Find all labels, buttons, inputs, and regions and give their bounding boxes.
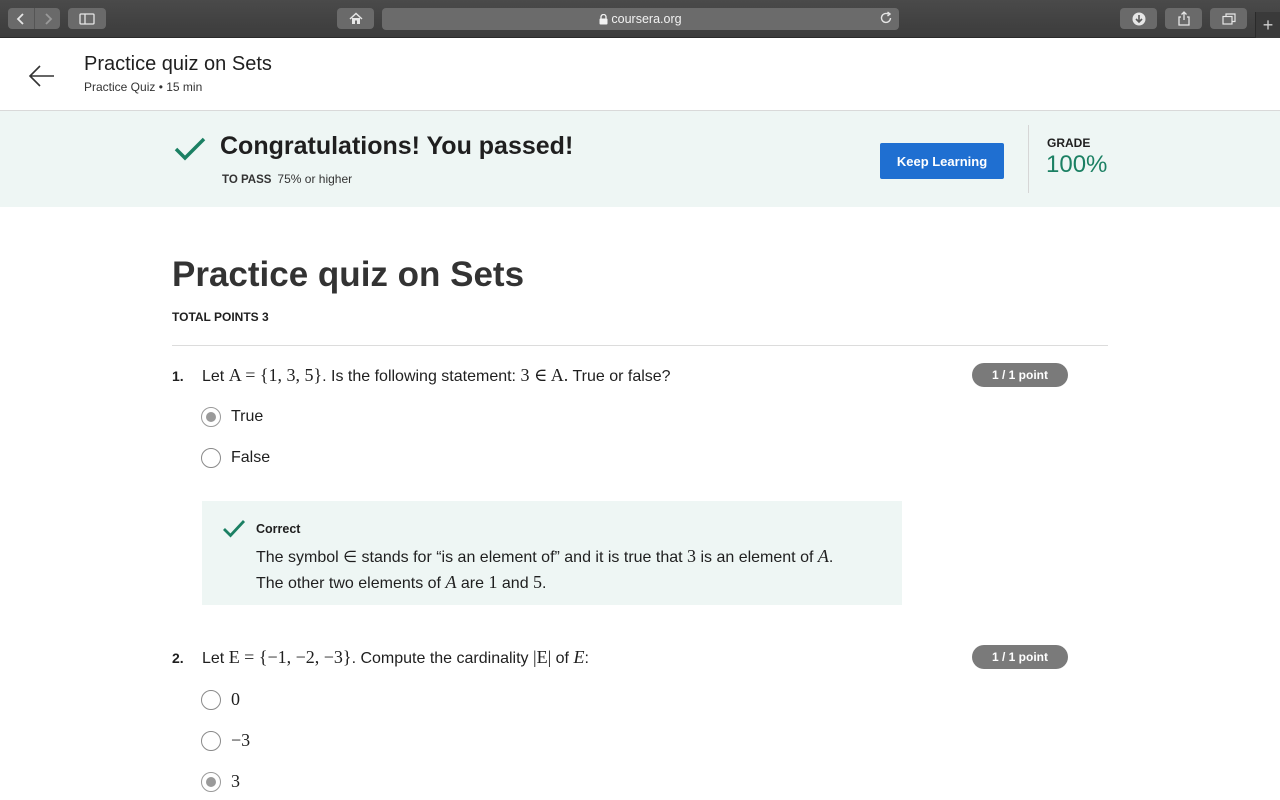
fb-text: The symbol ∈ stands for “is an element o… (256, 549, 688, 566)
to-pass-info: TO PASS 75% or higher (222, 172, 352, 186)
q2-math-cardinality: |E| (533, 647, 552, 667)
fb-math: 5 (533, 572, 543, 592)
question-1-number: 1. (172, 368, 184, 384)
feedback-title: Correct (256, 522, 301, 536)
q1-text-lead: Let (202, 368, 229, 385)
radio-selected-icon[interactable] (201, 407, 221, 427)
header-title: Practice quiz on Sets (84, 53, 272, 75)
q1-text-mid: . Is the following statement: (322, 368, 521, 385)
feedback-box: Correct The symbol ∈ stands for “is an e… (202, 501, 902, 605)
fb-text: . (542, 575, 547, 592)
browser-toolbar: coursera.org + (0, 0, 1280, 38)
quiz-title: Practice quiz on Sets (172, 255, 525, 294)
new-tab-icon[interactable]: + (1255, 12, 1280, 38)
question-2-text: Let E = {−1, −2, −3}. Compute the cardin… (202, 647, 589, 668)
fb-text: are (456, 575, 489, 592)
browser-forward-icon[interactable] (34, 8, 60, 29)
option-label: −3 (231, 730, 251, 750)
q2-text-tail: of (551, 650, 574, 667)
fb-text: The other two elements of (256, 575, 446, 592)
fb-math: 3 (687, 546, 697, 566)
tabs-overview-icon[interactable] (1210, 8, 1247, 29)
fb-math: A (817, 546, 829, 566)
total-points: TOTAL POINTS 3 (172, 310, 269, 324)
downloads-icon[interactable] (1120, 8, 1157, 29)
grade-value: 100% (1046, 151, 1108, 178)
page-header: Practice quiz on Sets Practice Quiz • 15… (0, 38, 1280, 111)
nav-buttons (8, 8, 60, 29)
divider (172, 345, 1108, 346)
keep-learning-button[interactable]: Keep Learning (880, 143, 1004, 179)
option-label: False (231, 449, 271, 466)
q2-option-3[interactable]: 3 (201, 771, 240, 792)
q2-text-mid: . Compute the cardinality (351, 650, 533, 667)
checkmark-icon (174, 137, 206, 161)
q2-text-lead: Let (202, 650, 229, 667)
radio-icon[interactable] (201, 448, 221, 468)
url-text: coursera.org (611, 12, 682, 26)
lock-icon (599, 13, 608, 24)
q1-option-true[interactable]: True (201, 407, 263, 427)
reload-icon[interactable] (879, 11, 893, 25)
q1-math-statement: 3 ∈ A. (520, 365, 569, 385)
radio-icon[interactable] (201, 730, 221, 751)
fb-text: and (497, 575, 534, 592)
fb-text: is an element of (696, 549, 818, 566)
share-icon[interactable] (1165, 8, 1202, 29)
header-subtitle: Practice Quiz • 15 min (84, 80, 203, 94)
q2-math-e: E (573, 647, 585, 667)
correct-check-icon (223, 520, 246, 538)
home-icon[interactable] (337, 8, 374, 29)
sidebar-icon[interactable] (68, 8, 106, 29)
back-arrow-icon[interactable] (26, 60, 58, 92)
q1-option-false[interactable]: False (201, 448, 270, 468)
grade-label: GRADE (1047, 136, 1091, 150)
option-label: True (231, 408, 264, 425)
q1-text-tail: True or false? (568, 368, 671, 385)
to-pass-value: 75% or higher (277, 172, 353, 186)
pass-banner: Congratulations! You passed! TO PASS 75% … (0, 111, 1280, 207)
q2-option-neg3[interactable]: −3 (201, 730, 250, 751)
fb-text: . (828, 549, 834, 566)
feedback-explanation: The symbol ∈ stands for “is an element o… (256, 544, 896, 596)
browser-back-icon[interactable] (8, 8, 34, 29)
fb-math: A (445, 572, 457, 592)
q2-option-0[interactable]: 0 (201, 689, 240, 710)
banner-divider (1028, 125, 1029, 193)
q2-math-set: E = {−1, −2, −3} (228, 647, 352, 667)
option-label: 0 (231, 689, 240, 709)
question-2-number: 2. (172, 650, 184, 666)
q2-text-end: : (584, 650, 589, 667)
question-1-points-badge: 1 / 1 point (972, 363, 1068, 387)
radio-icon[interactable] (201, 689, 221, 710)
question-1-text: Let A = {1, 3, 5}. Is the following stat… (202, 365, 671, 386)
question-2-points-badge: 1 / 1 point (972, 645, 1068, 669)
radio-selected-icon[interactable] (201, 771, 221, 792)
address-bar[interactable]: coursera.org (382, 8, 899, 30)
q1-math-set: A = {1, 3, 5} (228, 365, 323, 385)
to-pass-label: TO PASS (222, 174, 272, 186)
option-label: 3 (231, 771, 240, 791)
pass-message: Congratulations! You passed! (220, 132, 574, 160)
